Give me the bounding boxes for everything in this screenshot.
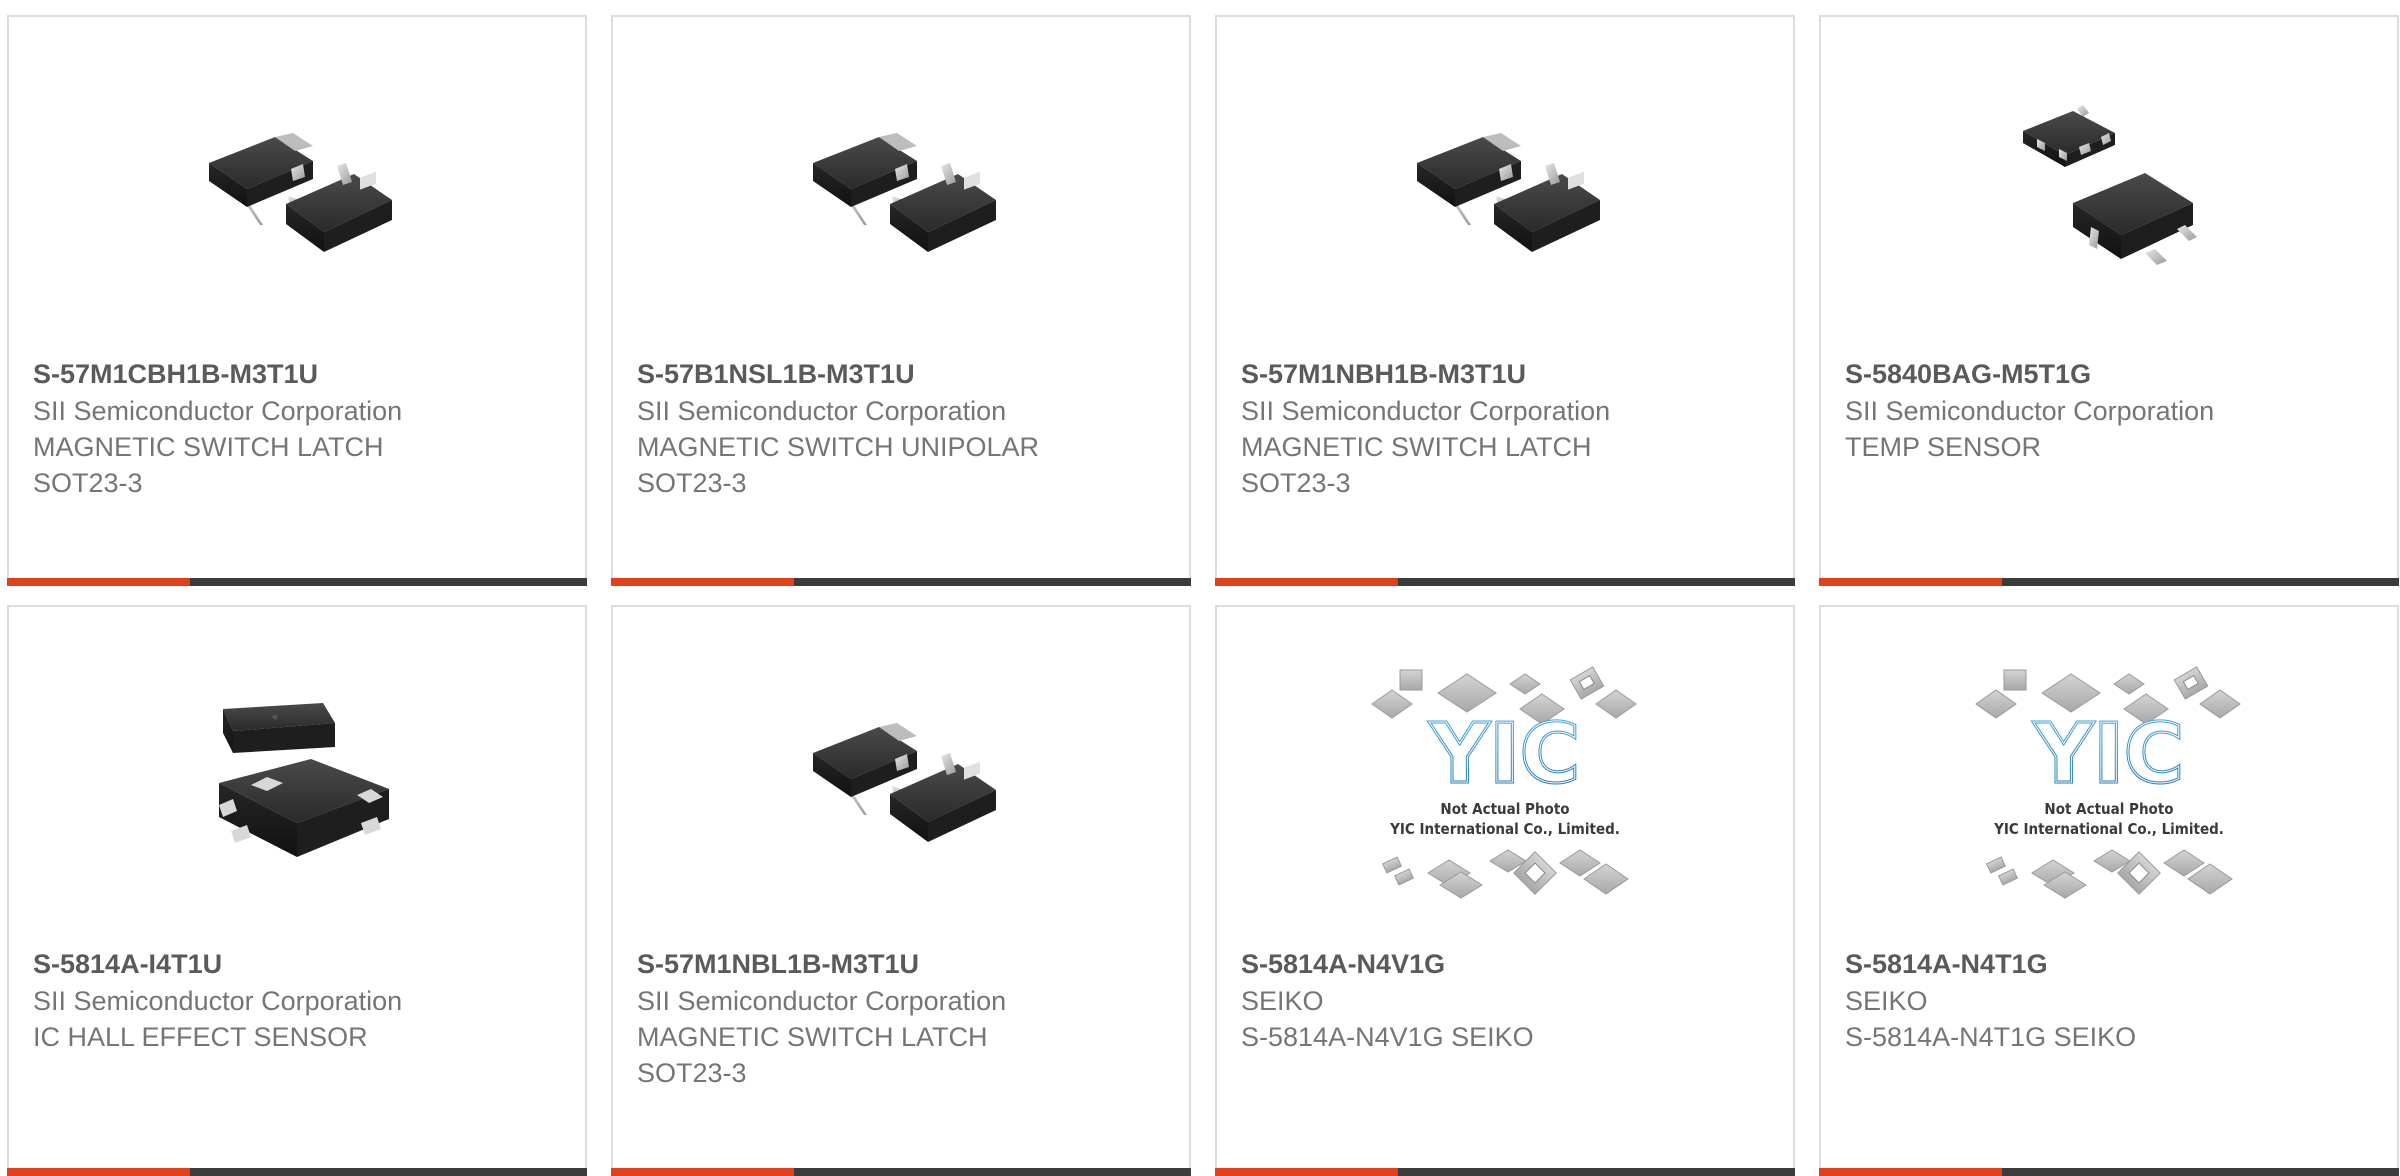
product-image[interactable]: [9, 675, 585, 875]
description-text: IC HALL EFFECT SENSOR: [33, 1022, 368, 1052]
manufacturer-text: SII Semiconductor Corporation: [637, 986, 1007, 1016]
card-bottom-bar: [1819, 1168, 2399, 1176]
description-text: TEMP SENSOR: [1845, 432, 2042, 462]
placeholder-photo-icon: YIC YIC Not Actual Photo YIC Internation…: [1371, 666, 1637, 899]
product-image[interactable]: [9, 85, 585, 285]
card-bottom-accent: [1819, 1168, 2002, 1176]
product-card-6[interactable]: S-57M1NBL1B-M3T1U SII Semiconductor Corp…: [611, 605, 1191, 1176]
manufacturer-text: SII Semiconductor Corporation: [33, 986, 403, 1016]
svg-text:YIC International Co., Limited: YIC International Co., Limited.: [1389, 820, 1620, 838]
part-number-link[interactable]: S-5814A-I4T1U: [33, 945, 565, 983]
product-card-5[interactable]: S-5814A-I4T1U SII Semiconductor Corporat…: [7, 605, 587, 1176]
yic-logo-icon: YIC YIC: [2031, 706, 2185, 804]
card-bottom-accent: [1819, 578, 2002, 586]
product-info: S-57B1NSL1B-M3T1U SII Semiconductor Corp…: [637, 355, 1169, 501]
card-bottom-bar: [1215, 578, 1795, 586]
snt-4a-package-icon: [219, 703, 389, 857]
card-bottom-accent: [611, 578, 794, 586]
svg-text:YIC International Co., Limited: YIC International Co., Limited.: [1993, 820, 2224, 838]
card-bottom-bar: [1215, 1168, 1795, 1176]
product-image[interactable]: [613, 675, 1189, 875]
part-number-link[interactable]: S-57M1NBL1B-M3T1U: [637, 945, 1169, 983]
product-card-2[interactable]: S-57B1NSL1B-M3T1U SII Semiconductor Corp…: [611, 15, 1191, 586]
product-card-4[interactable]: S-5840BAG-M5T1G SII Semiconductor Corpor…: [1819, 15, 2399, 586]
product-image[interactable]: [613, 85, 1189, 285]
svg-text:Not Actual Photo: Not Actual Photo: [1440, 800, 1569, 818]
package-text: SOT23-3: [637, 468, 747, 498]
card-bottom-bar: [611, 578, 1191, 586]
card-bottom-accent: [1215, 578, 1398, 586]
product-image[interactable]: [1821, 85, 2397, 285]
card-bottom-bar: [611, 1168, 1191, 1176]
svg-text:Not Actual Photo: Not Actual Photo: [2044, 800, 2173, 818]
product-info: S-5840BAG-M5T1G SII Semiconductor Corpor…: [1845, 355, 2377, 465]
sot23-3-package-icon: [209, 133, 392, 252]
card-bottom-accent: [7, 1168, 190, 1176]
manufacturer-text: SII Semiconductor Corporation: [33, 396, 403, 426]
card-bottom-accent: [7, 578, 190, 586]
svg-text:YIC: YIC: [2033, 707, 2184, 802]
part-number-link[interactable]: S-5814A-N4V1G: [1241, 945, 1773, 983]
sot23-3-package-icon: [1417, 133, 1600, 252]
sot23-3-package-icon: [813, 133, 996, 252]
product-image[interactable]: [1217, 85, 1793, 285]
part-number-link[interactable]: S-57B1NSL1B-M3T1U: [637, 355, 1169, 393]
part-number-link[interactable]: S-57M1NBH1B-M3T1U: [1241, 355, 1773, 393]
product-info: S-5814A-N4T1G SEIKO S-5814A-N4T1G SEIKO: [1845, 945, 2377, 1055]
card-bottom-accent: [611, 1168, 794, 1176]
description-text: MAGNETIC SWITCH LATCH: [637, 1022, 988, 1052]
manufacturer-text: SII Semiconductor Corporation: [1845, 396, 2215, 426]
manufacturer-text: SII Semiconductor Corporation: [1241, 396, 1611, 426]
product-card-1[interactable]: S-57M1CBH1B-M3T1U SII Semiconductor Corp…: [7, 15, 587, 586]
package-text: SOT23-3: [637, 1058, 747, 1088]
package-text: SOT23-3: [1241, 468, 1351, 498]
part-number-link[interactable]: S-5840BAG-M5T1G: [1845, 355, 2377, 393]
product-info: S-5814A-I4T1U SII Semiconductor Corporat…: [33, 945, 565, 1055]
description-text: S-5814A-N4V1G SEIKO: [1241, 1022, 1534, 1052]
manufacturer-text: SEIKO: [1845, 986, 1928, 1016]
description-text: MAGNETIC SWITCH LATCH: [33, 432, 384, 462]
part-number-link[interactable]: S-57M1CBH1B-M3T1U: [33, 355, 565, 393]
card-bottom-bar: [7, 578, 587, 586]
sot23-5-package-icon: [2023, 105, 2197, 265]
manufacturer-text: SEIKO: [1241, 986, 1324, 1016]
manufacturer-text: SII Semiconductor Corporation: [637, 396, 1007, 426]
sot23-3-package-icon: [813, 723, 996, 842]
product-info: S-57M1NBH1B-M3T1U SII Semiconductor Corp…: [1241, 355, 1773, 501]
svg-text:YIC: YIC: [1429, 707, 1580, 802]
part-number-link[interactable]: S-5814A-N4T1G: [1845, 945, 2377, 983]
product-card-3[interactable]: S-57M1NBH1B-M3T1U SII Semiconductor Corp…: [1215, 15, 1795, 586]
card-bottom-bar: [7, 1168, 587, 1176]
yic-logo-icon: YIC YIC: [1427, 706, 1581, 804]
product-info: S-57M1NBL1B-M3T1U SII Semiconductor Corp…: [637, 945, 1169, 1091]
description-text: MAGNETIC SWITCH LATCH: [1241, 432, 1592, 462]
product-card-7[interactable]: YIC YIC Not Actual Photo YIC Internation…: [1215, 605, 1795, 1176]
package-text: SOT23-3: [33, 468, 143, 498]
product-info: S-5814A-N4V1G SEIKO S-5814A-N4V1G SEIKO: [1241, 945, 1773, 1055]
card-bottom-bar: [1819, 578, 2399, 586]
placeholder-photo-icon: YIC YIC Not Actual Photo YIC Internation…: [1975, 666, 2241, 899]
product-image[interactable]: YIC YIC Not Actual Photo YIC Internation…: [1217, 659, 1793, 909]
product-image[interactable]: YIC YIC Not Actual Photo YIC Internation…: [1821, 659, 2397, 909]
description-text: MAGNETIC SWITCH UNIPOLAR: [637, 432, 1040, 462]
card-bottom-accent: [1215, 1168, 1398, 1176]
product-info: S-57M1CBH1B-M3T1U SII Semiconductor Corp…: [33, 355, 565, 501]
description-text: S-5814A-N4T1G SEIKO: [1845, 1022, 2137, 1052]
product-card-8[interactable]: YIC YIC Not Actual Photo YIC Internation…: [1819, 605, 2399, 1176]
